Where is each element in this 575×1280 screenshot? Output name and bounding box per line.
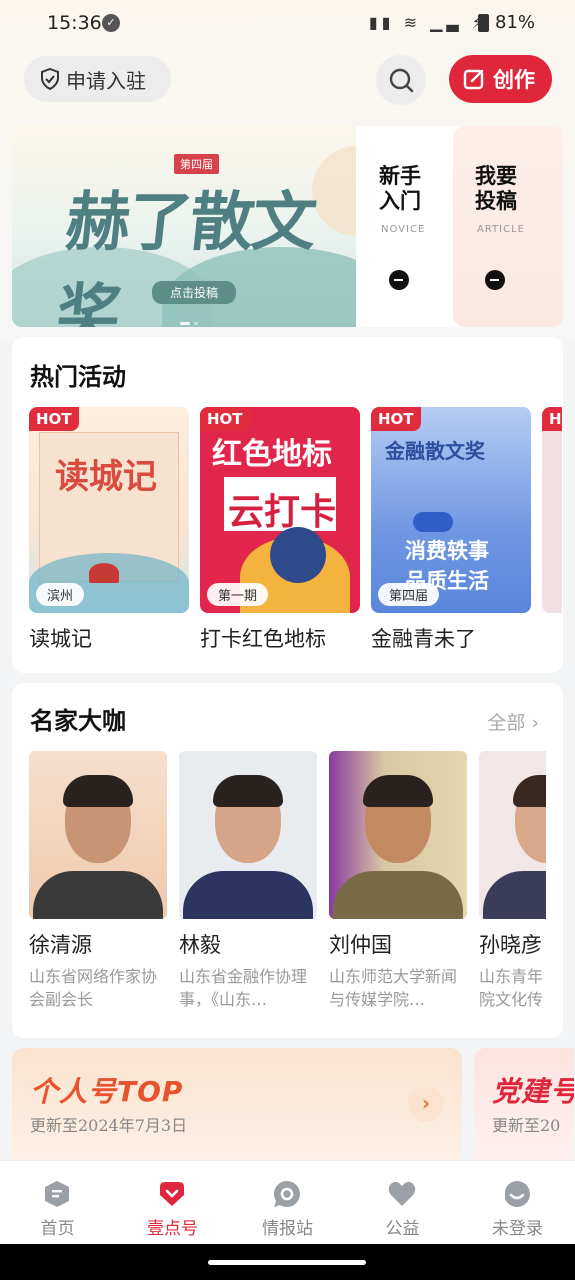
chevron-right-icon[interactable]: › xyxy=(408,1086,444,1122)
activity-card[interactable]: 金融散文奖 消费轶事 品质生活 HOT 第四届 金融青未了 xyxy=(371,407,531,653)
section-title: 热门活动 xyxy=(30,362,126,391)
novice-subtitle: NOVICE xyxy=(381,224,426,235)
article-card[interactable]: 我要投稿 ARTICLE xyxy=(453,126,563,327)
home-icon xyxy=(45,1181,69,1207)
person-card-partial[interactable]: 孙晓彦 山东青年院文化传 xyxy=(479,751,546,1011)
status-time: 15:36 xyxy=(47,12,102,34)
banner-carousel[interactable]: 第四届 赫了散文奖 点击投稿 新手入门 NOVICE 我要投稿 ARTICLE xyxy=(12,126,563,327)
view-all-link[interactable]: 全部 › xyxy=(487,708,539,735)
banner-cta: 点击投稿 xyxy=(152,281,237,304)
avatar xyxy=(329,751,467,919)
activity-name: 读城记 xyxy=(29,627,92,651)
shield-icon xyxy=(41,68,59,90)
activity-card[interactable]: 红色地标 云打卡 HOT 第一期 打卡红色地标 xyxy=(200,407,360,653)
tab-label: 首页 xyxy=(40,1219,75,1239)
person-card[interactable]: 林毅 山东省金融作协理事，《山东… xyxy=(179,751,317,1011)
masters-section: 名家大咖 全部 › 徐清源 山东省网络作家协会副会长 林毅 山东省金融作协理事，… xyxy=(12,683,563,1038)
apply-join-button[interactable]: 申请入驻 xyxy=(24,56,171,102)
activity-tag: 第一期 xyxy=(207,583,269,606)
heart-icon xyxy=(160,1182,184,1206)
hot-badge: HOT xyxy=(371,407,421,431)
hot-badge: HOT xyxy=(29,407,79,431)
tab-label: 壹点号 xyxy=(147,1219,198,1239)
tab-intel[interactable]: 情报站 xyxy=(230,1161,345,1245)
tab-label: 公益 xyxy=(385,1219,420,1239)
party-top-card[interactable]: 党建号 更新至20 xyxy=(474,1048,574,1168)
person-card[interactable]: 徐清源 山东省网络作家协会副会长 xyxy=(29,751,167,1011)
person-name: 孙晓彦 xyxy=(479,933,542,957)
tab-charity[interactable]: 公益 xyxy=(345,1161,460,1245)
novice-card[interactable]: 新手入门 NOVICE xyxy=(357,126,457,327)
chevron-right-icon: › xyxy=(531,712,539,734)
person-name: 徐清源 xyxy=(29,933,92,957)
avatar xyxy=(179,751,317,919)
carousel-indicator xyxy=(180,310,210,325)
top-card-title: 党建号 xyxy=(492,1075,574,1108)
check-icon: ✓ xyxy=(102,14,120,32)
section-title: 名家大咖 xyxy=(30,706,126,735)
novice-title: 新手入门 xyxy=(379,164,421,213)
avatar xyxy=(479,751,546,919)
edit-icon xyxy=(463,69,484,90)
avatar xyxy=(29,751,167,919)
hot-activities-section: 热门活动 读城记 HOT 滨州 读城记 红色地标 云打卡 HOT 第一期 打卡红… xyxy=(12,337,563,673)
personal-top-card[interactable]: 个人号TOP 更新至2024年7月3日 › xyxy=(12,1048,462,1168)
tab-label: 未登录 xyxy=(492,1219,543,1239)
top-card-subtitle: 更新至20 xyxy=(492,1116,561,1135)
arrow-right-icon xyxy=(485,270,505,290)
person-name: 刘仲国 xyxy=(329,933,392,957)
activity-card-partial[interactable]: H xyxy=(542,407,562,613)
arrow-right-icon xyxy=(389,270,409,290)
love-icon xyxy=(388,1181,416,1206)
search-icon xyxy=(389,68,414,93)
bottom-tab-bar: 首页 壹点号 情报站 公益 未登录 xyxy=(0,1160,575,1244)
tab-yidianhao[interactable]: 壹点号 xyxy=(115,1161,230,1245)
create-label: 创作 xyxy=(493,68,535,92)
activity-name: 金融青未了 xyxy=(371,627,476,651)
activity-tag: 第四届 xyxy=(378,583,440,606)
person-description: 山东省金融作协理事，《山东… xyxy=(179,967,308,1009)
create-button[interactable]: 创作 xyxy=(449,55,552,103)
signal-icons: ▮▮ ≋ ▁▃ ⚡ xyxy=(368,13,487,32)
home-gesture-handle[interactable] xyxy=(208,1260,366,1265)
activity-card[interactable]: 读城记 HOT 滨州 读城记 xyxy=(29,407,189,653)
tab-label: 情报站 xyxy=(262,1219,313,1239)
system-nav-bar xyxy=(0,1244,575,1280)
search-button[interactable] xyxy=(376,55,426,105)
person-name: 林毅 xyxy=(179,933,221,957)
radar-icon xyxy=(273,1180,300,1207)
tab-home[interactable]: 首页 xyxy=(0,1161,115,1245)
tab-profile[interactable]: 未登录 xyxy=(460,1161,575,1245)
view-all-label: 全部 xyxy=(487,712,526,734)
article-subtitle: ARTICLE xyxy=(477,224,525,235)
person-description: 山东师范大学新闻与传媒学院… xyxy=(329,967,458,1009)
battery-percent: 81% xyxy=(495,12,536,33)
battery-icon xyxy=(478,14,489,32)
status-bar: 15:36 ✓ ▮▮ ≋ ▁▃ ⚡ 81% xyxy=(0,0,575,48)
article-title: 我要投稿 xyxy=(475,164,517,213)
apply-join-label: 申请入驻 xyxy=(66,68,146,93)
top-card-title: 个人号TOP xyxy=(30,1075,184,1108)
user-icon xyxy=(504,1180,530,1207)
person-card[interactable]: 刘仲国 山东师范大学新闻与传媒学院… xyxy=(329,751,467,1011)
banner-image[interactable]: 第四届 赫了散文奖 点击投稿 xyxy=(12,126,356,327)
hot-badge: H xyxy=(542,407,562,431)
hot-badge: HOT xyxy=(200,407,250,431)
person-description: 山东青年院文化传 xyxy=(479,967,544,1009)
top-card-subtitle: 更新至2024年7月3日 xyxy=(30,1116,188,1135)
activity-name: 打卡红色地标 xyxy=(200,627,326,651)
person-description: 山东省网络作家协会副会长 xyxy=(29,967,158,1009)
activity-tag: 滨州 xyxy=(36,583,85,606)
